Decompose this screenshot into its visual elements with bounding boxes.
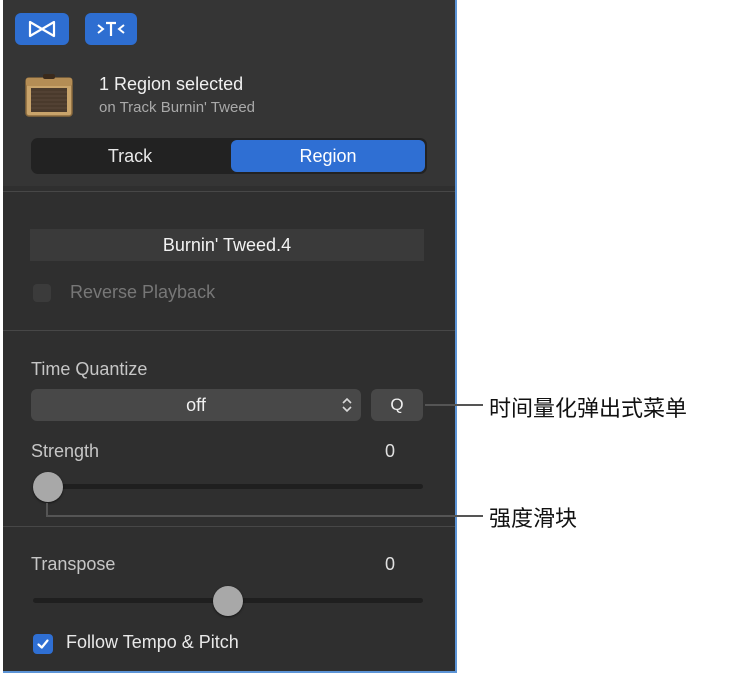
strength-slider-track[interactable] — [33, 484, 423, 489]
quantize-callout-text: 时间量化弹出式菜单 — [489, 396, 688, 421]
strength-value: 0 — [385, 441, 396, 461]
section-divider — [3, 191, 455, 192]
library-button[interactable] — [15, 13, 69, 45]
arrows-y-icon — [97, 21, 125, 36]
reverse-playback-checkbox[interactable] — [33, 284, 51, 302]
reverse-playback-label: Reverse Playback — [70, 282, 216, 302]
quantize-callout-line — [425, 404, 483, 406]
follow-tempo-checkbox[interactable] — [33, 634, 53, 654]
quantize-button[interactable]: Q — [371, 389, 423, 421]
section-divider — [3, 330, 455, 331]
inspector-header: 1 Region selected on Track Burnin' Tweed… — [3, 0, 455, 186]
inspector-panel: 1 Region selected on Track Burnin' Tweed… — [3, 0, 457, 673]
time-quantize-popup[interactable]: off — [31, 389, 361, 421]
region-name-field[interactable]: Burnin' Tweed.4 — [30, 229, 424, 261]
bowtie-icon — [28, 20, 56, 38]
chevron-updown-icon — [342, 397, 352, 413]
selection-subtitle: on Track Burnin' Tweed — [99, 99, 256, 116]
strength-label: Strength — [31, 441, 100, 461]
strength-slider-knob[interactable] — [33, 472, 63, 502]
time-quantize-label: Time Quantize — [31, 359, 148, 379]
checkmark-icon — [37, 639, 49, 649]
section-divider — [3, 526, 455, 527]
transpose-slider-knob[interactable] — [213, 586, 243, 616]
track-region-segmented-control: Track Region — [31, 138, 427, 174]
strength-callout-line-horizontal — [46, 515, 483, 517]
transpose-label: Transpose — [31, 554, 116, 574]
follow-tempo-label: Follow Tempo & Pitch — [66, 632, 239, 652]
strength-callout-text: 强度滑块 — [489, 506, 578, 531]
selection-title: 1 Region selected — [99, 74, 244, 94]
smart-controls-button[interactable] — [85, 13, 137, 45]
tab-region[interactable]: Region — [231, 140, 425, 172]
tab-track[interactable]: Track — [31, 138, 229, 174]
time-quantize-value: off — [186, 394, 206, 415]
transpose-value: 0 — [385, 554, 396, 574]
amplifier-icon — [23, 72, 75, 120]
